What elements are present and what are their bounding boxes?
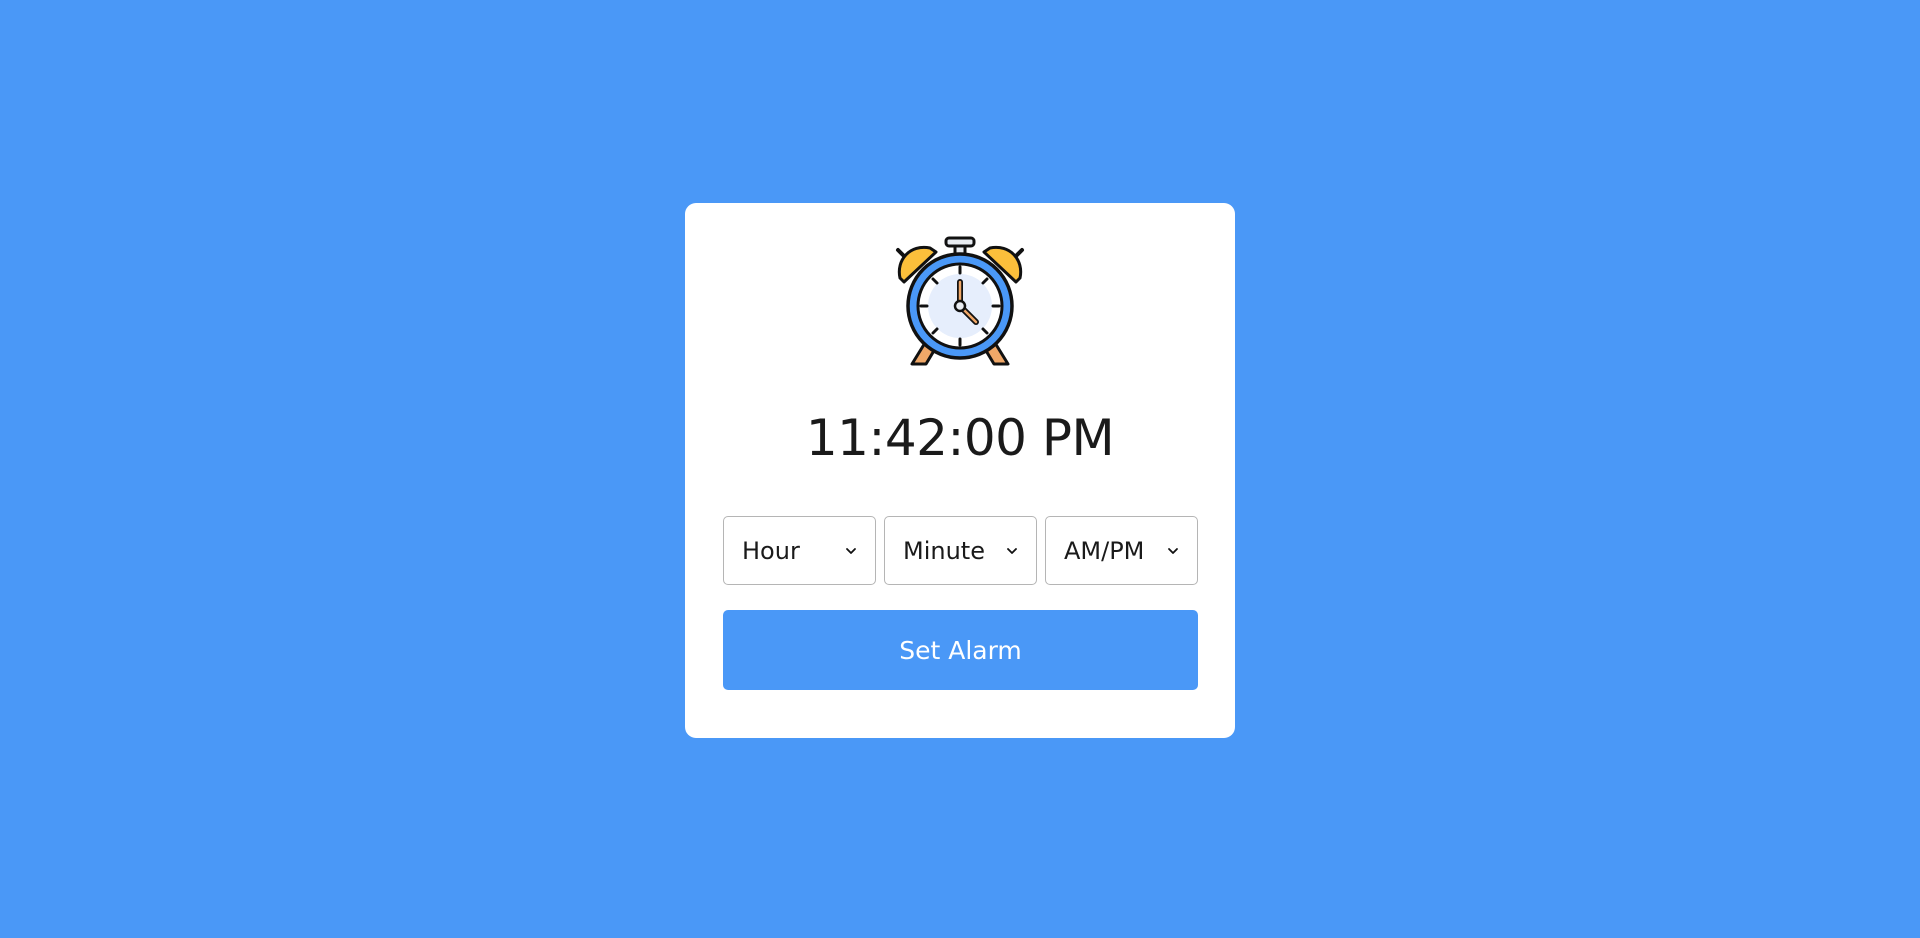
chevron-down-icon bbox=[1007, 547, 1017, 554]
alarm-card: 11:42:00 PM Hour Minute AM/PM Set Alarm bbox=[685, 203, 1235, 738]
hour-select-value: Hour bbox=[742, 536, 800, 565]
set-alarm-button[interactable]: Set Alarm bbox=[723, 610, 1198, 690]
hour-select[interactable]: Hour bbox=[723, 516, 876, 585]
chevron-down-icon bbox=[1168, 547, 1178, 554]
chevron-down-icon bbox=[846, 547, 856, 554]
minute-select[interactable]: Minute bbox=[884, 516, 1037, 585]
ampm-select-value: AM/PM bbox=[1064, 536, 1145, 565]
current-time: 11:42:00 PM bbox=[805, 409, 1115, 467]
minute-select-value: Minute bbox=[903, 536, 985, 565]
alarm-selectors: Hour Minute AM/PM bbox=[723, 516, 1198, 585]
ampm-select[interactable]: AM/PM bbox=[1045, 516, 1198, 585]
alarm-clock-icon bbox=[896, 236, 1024, 366]
set-alarm-button-label: Set Alarm bbox=[899, 635, 1022, 665]
